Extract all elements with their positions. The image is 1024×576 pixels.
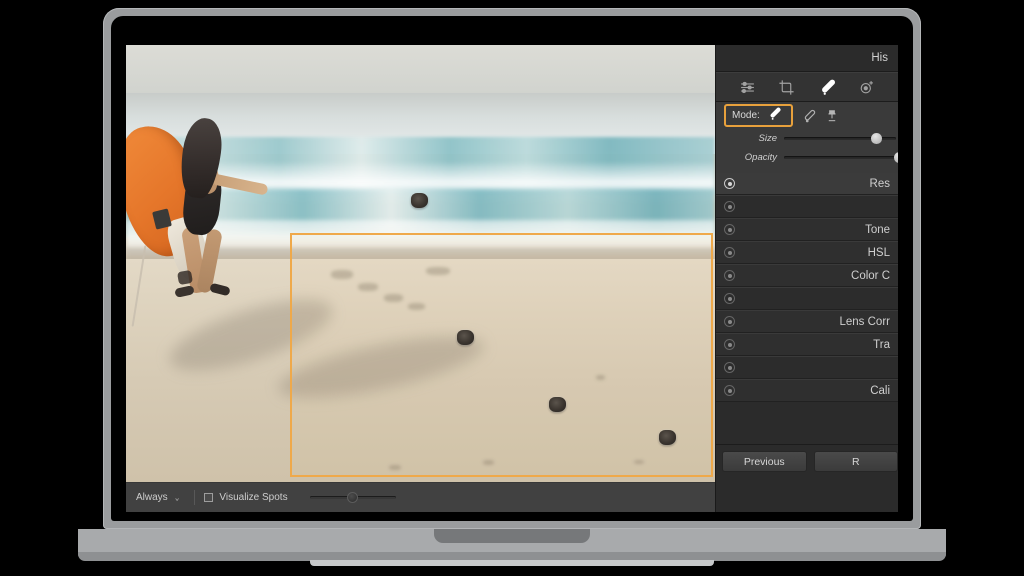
laptop-foot xyxy=(310,560,714,566)
opacity-slider-row: Opacity xyxy=(716,148,898,167)
crop-icon[interactable] xyxy=(778,79,795,96)
panel-button-bar: Previous R xyxy=(716,444,898,478)
spot-marker[interactable] xyxy=(659,430,676,445)
right-panel: His Mode: Size Opacity Res Tone HSL Colo… xyxy=(715,45,898,512)
panel-row-calibration[interactable]: Cali xyxy=(716,379,898,402)
spot-marker[interactable] xyxy=(549,397,566,412)
clone-stamp-icon[interactable] xyxy=(825,109,839,123)
size-slider-label: Size xyxy=(758,133,777,144)
opacity-slider-track[interactable] xyxy=(784,152,898,163)
chevron-updown-icon: ⌄ xyxy=(173,490,181,504)
photo-toolbar: Always ⌄ Visualize Spots xyxy=(126,482,715,512)
panel-row-label: HSL xyxy=(867,246,890,259)
histogram-panel-title: His xyxy=(871,52,888,64)
laptop-base-notch xyxy=(434,529,590,543)
panel-row-label: Res xyxy=(869,177,890,190)
previous-button[interactable]: Previous xyxy=(722,451,807,472)
visualize-spots-label: Visualize Spots xyxy=(219,492,288,503)
panel-row-color-grading[interactable]: Color C xyxy=(716,264,898,287)
opacity-slider-label: Opacity xyxy=(744,152,777,163)
spot-marker[interactable] xyxy=(457,330,474,345)
red-eye-icon[interactable] xyxy=(858,79,875,96)
slider-handle[interactable] xyxy=(347,492,359,503)
mode-label: Mode: xyxy=(732,110,760,121)
panel-row-transform[interactable]: Tra xyxy=(716,333,898,356)
screen: Always ⌄ Visualize Spots His Mode: Size … xyxy=(126,45,898,512)
photo-surfer-anklet xyxy=(176,269,194,286)
panel-row-tone-curve[interactable]: Tone xyxy=(716,218,898,241)
spot-removal-options: Mode: Size Opacity xyxy=(716,102,898,172)
panel-toggle-icon[interactable] xyxy=(724,247,735,258)
panel-toggle-icon[interactable] xyxy=(724,293,735,304)
photo-canvas[interactable] xyxy=(126,45,715,482)
mode-row: Mode: xyxy=(716,102,898,129)
panel-toggle-icon[interactable] xyxy=(724,270,735,281)
panel-row-label: Tone xyxy=(865,223,890,236)
panel-row-effects[interactable] xyxy=(716,356,898,379)
visualize-spots-toggle[interactable]: Visualize Spots xyxy=(204,492,288,503)
panel-row-hsl[interactable]: HSL xyxy=(716,241,898,264)
panel-row-label: Color C xyxy=(851,269,890,282)
panel-row-lens-corrections[interactable]: Lens Corr xyxy=(716,310,898,333)
develop-panel-list: Res Tone HSL Color C Lens Corr Tra Cali xyxy=(716,172,898,402)
size-slider-track[interactable] xyxy=(784,133,896,144)
spot-marker[interactable] xyxy=(411,193,428,208)
panel-toggle-icon[interactable] xyxy=(724,224,735,235)
panel-toggle-icon[interactable] xyxy=(724,316,735,327)
panel-row-2[interactable] xyxy=(716,195,898,218)
visualize-spots-checkbox[interactable] xyxy=(204,493,214,502)
panel-row-basic[interactable]: Res xyxy=(716,172,898,195)
sliders-icon[interactable] xyxy=(739,79,756,96)
reset-button[interactable]: R xyxy=(813,451,898,472)
always-dropdown-label: Always xyxy=(136,492,168,503)
panel-row-label: Lens Corr xyxy=(839,315,891,328)
panel-toggle-icon[interactable] xyxy=(724,385,735,396)
panel-row-detail[interactable] xyxy=(716,287,898,310)
panel-spacer xyxy=(716,402,898,444)
panel-toggle-icon[interactable] xyxy=(724,339,735,350)
opacity-slider-knob[interactable] xyxy=(893,152,898,163)
laptop-mockup: Always ⌄ Visualize Spots His Mode: Size … xyxy=(0,0,1024,576)
size-slider-row: Size xyxy=(716,129,898,148)
panel-row-label: Tra xyxy=(873,338,890,351)
histogram-panel-header[interactable]: His xyxy=(716,45,898,72)
toolbar-divider xyxy=(194,490,196,505)
spot-removal-selection-rectangle[interactable] xyxy=(290,233,713,477)
visualize-spots-threshold-slider[interactable] xyxy=(309,492,396,504)
mode-selected-group[interactable]: Mode: xyxy=(724,104,793,127)
panel-toggle-icon[interactable] xyxy=(724,201,735,212)
panel-toggle-icon[interactable] xyxy=(724,362,735,373)
panel-toggle-icon[interactable] xyxy=(724,178,735,189)
size-slider-knob[interactable] xyxy=(871,133,883,144)
heal-brush-icon[interactable] xyxy=(818,78,836,96)
eraser-heal-icon[interactable] xyxy=(767,106,782,126)
always-dropdown[interactable]: Always ⌄ xyxy=(131,490,185,505)
panel-row-label: Cali xyxy=(870,384,890,397)
tool-strip xyxy=(716,72,898,102)
heal-brush-mode-icon[interactable] xyxy=(802,109,816,123)
